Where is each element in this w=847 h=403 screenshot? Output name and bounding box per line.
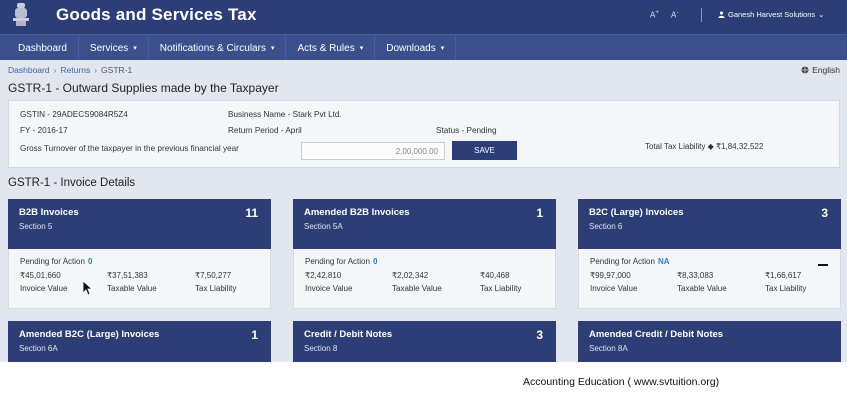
chevron-down-icon: ⌄ [818,10,825,19]
liability-label: Total Tax Liability [645,142,706,151]
save-button[interactable]: SAVE [452,141,517,160]
tax-liability-label: Tax Liability [480,284,522,293]
pending-count[interactable]: 0 [88,257,92,266]
gstin-text: GSTIN - 29ADECS9084R5Z4 [20,110,128,119]
caret-down-icon: ▾ [270,45,275,52]
taxable-value-label: Taxable Value [677,284,727,293]
return-period-text: Return Period - April [228,126,302,135]
pending-count[interactable]: 0 [373,257,377,266]
business-name-text: Business Name - Stark Pvt Ltd. [228,110,342,119]
turnover-input[interactable] [301,142,445,160]
app-title: Goods and Services Tax [56,5,257,24]
card-count: 1 [251,328,258,342]
breadcrumb-current: GSTR-1 [101,65,133,75]
tax-liability: ₹7,50,277 [195,271,232,280]
taxable-value: ₹8,33,083 [677,271,714,280]
pending-count[interactable]: NA [658,257,670,266]
card-title: Amended B2B Invoices [304,207,410,218]
user-icon [718,11,725,18]
invoice-value-label: Invoice Value [590,284,638,293]
language-label: English [812,65,840,75]
section-title: GSTR-1 - Invoice Details [8,177,136,189]
minimize-icon[interactable] [818,264,828,266]
card-section: Section 5A [304,222,343,231]
breadcrumb-separator: › [94,65,98,75]
card-b2c-large-invoices[interactable]: B2C (Large) Invoices Section 6 3 Pending… [578,199,841,309]
card-title: Amended Credit / Debit Notes [589,329,724,340]
card-count: 1 [536,206,543,220]
fy-text: FY - 2016-17 [20,126,68,135]
card-body: Pending for Action 0 ₹45,01,660 ₹37,51,38… [8,249,271,309]
pending-for-action: Pending for Action NA [590,257,670,266]
breadcrumb-separator: › [53,65,57,75]
card-section: Section 6A [19,344,58,353]
card-header: Amended B2B Invoices Section 5A 1 [293,199,556,249]
card-section: Section 8 [304,344,338,353]
card-title: Amended B2C (Large) Invoices [19,329,160,340]
language-selector[interactable]: English [801,65,840,75]
card-body: Pending for Action NA ₹99,97,000 ₹8,33,08… [578,249,841,309]
tax-liability-label: Tax Liability [765,284,807,293]
card-title: B2C (Large) Invoices [589,207,684,218]
invoice-value-label: Invoice Value [20,284,68,293]
liability-value: ₹1,84,32,522 [715,142,764,151]
user-menu[interactable]: Ganesh Harvest Solutions ⌄ [718,10,824,19]
globe-icon [801,66,809,74]
breadcrumb-returns[interactable]: Returns [60,65,90,75]
total-tax-liability: Total Tax Liability ◆ ₹1,84,32,522 [645,142,763,151]
card-b2b-invoices[interactable]: B2B Invoices Section 5 11 Pending for Ac… [8,199,271,309]
font-decrease-button[interactable]: A- [671,10,678,20]
header-divider [701,8,702,22]
footer: Accounting Education ( www.svtuition.org… [0,362,847,403]
card-count: 3 [536,328,543,342]
caret-down-icon: ▾ [359,45,364,52]
pending-for-action: Pending for Action 0 [305,257,378,266]
tax-liability: ₹40,468 [480,271,510,280]
font-increase-button[interactable]: A+ [650,10,659,20]
info-icon: ◆ [707,142,716,151]
page-title: GSTR-1 - Outward Supplies made by the Ta… [8,81,279,95]
taxable-value-label: Taxable Value [107,284,157,293]
card-count: 11 [245,206,258,220]
breadcrumb: Dashboard › Returns › GSTR-1 [8,65,132,75]
card-section: Section 8A [589,344,628,353]
card-title: Credit / Debit Notes [304,329,393,340]
invoice-value: ₹2,42,810 [305,271,342,280]
invoice-value: ₹45,01,660 [20,271,61,280]
watermark-text: Accounting Education ( www.svtuition.org… [523,376,720,388]
invoice-value-label: Invoice Value [305,284,353,293]
nav-downloads[interactable]: Downloads ▾ [375,35,457,61]
taxable-value: ₹2,02,342 [392,271,429,280]
card-header: B2C (Large) Invoices Section 6 3 [578,199,841,249]
card-header: B2B Invoices Section 5 11 [8,199,271,249]
status-text: Status - Pending [436,126,497,135]
main-nav: Dashboard Services ▾ Notifications & Circ… [0,34,847,61]
tax-liability: ₹1,66,617 [765,271,802,280]
nav-services[interactable]: Services ▾ [79,35,149,61]
taxable-value: ₹37,51,383 [107,271,148,280]
card-section: Section 6 [589,222,623,231]
turnover-label: Gross Turnover of the taxpayer in the pr… [20,144,239,153]
user-name: Ganesh Harvest Solutions [728,10,816,19]
tax-liability-label: Tax Liability [195,284,237,293]
caret-down-icon: ▾ [133,45,137,52]
card-amended-b2b-invoices[interactable]: Amended B2B Invoices Section 5A 1 Pendin… [293,199,556,309]
caret-down-icon: ▾ [440,45,445,52]
invoice-value: ₹99,97,000 [590,271,631,280]
card-title: B2B Invoices [19,207,79,218]
card-body: Pending for Action 0 ₹2,42,810 ₹2,02,342 … [293,249,556,309]
breadcrumb-dashboard[interactable]: Dashboard [8,65,50,75]
emblem-icon [13,3,29,26]
mouse-cursor-icon [82,280,92,296]
taxpayer-info-panel: GSTIN - 29ADECS9084R5Z4 Business Name - … [8,100,840,168]
pending-for-action: Pending for Action 0 [20,257,93,266]
taxable-value-label: Taxable Value [392,284,442,293]
nav-acts-rules[interactable]: Acts & Rules ▾ [286,35,376,61]
main-content: Dashboard › Returns › GSTR-1 English GST… [0,60,847,371]
nav-dashboard[interactable]: Dashboard [0,35,79,61]
nav-notifications[interactable]: Notifications & Circulars ▾ [149,35,287,61]
card-count: 3 [821,206,828,220]
top-header: Goods and Services Tax A+ A- Ganesh Harv… [0,0,847,34]
card-section: Section 5 [19,222,53,231]
